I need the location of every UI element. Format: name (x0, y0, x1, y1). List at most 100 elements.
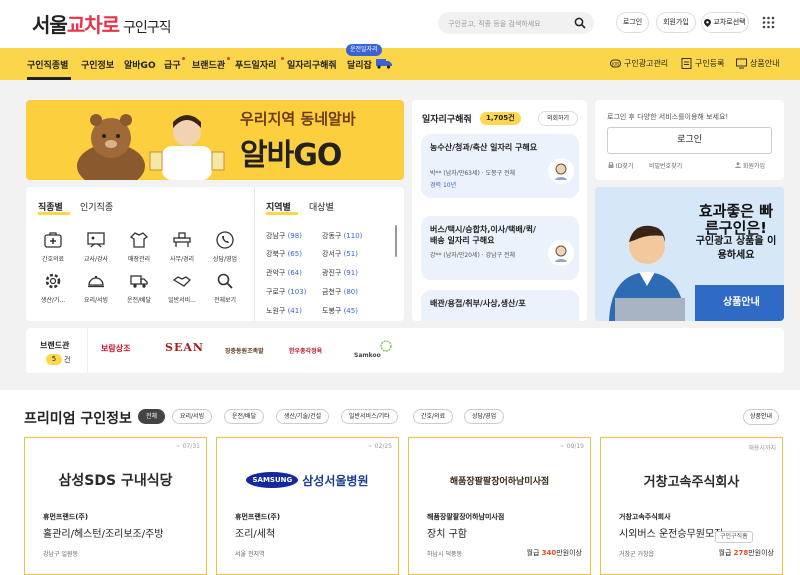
banner-illustration (77, 114, 225, 180)
nav-ad-manage-label: 구인광고관리 (624, 59, 669, 68)
handshake-icon (172, 276, 191, 287)
region-item[interactable]: 도봉구 (45) (322, 306, 358, 316)
company-name: 휴먼프랜드(주) (43, 513, 89, 521)
brand-logo-jokbal[interactable]: 장충동원조족발 (225, 346, 264, 355)
chip-sales[interactable]: 상담/영업 (464, 409, 505, 424)
tab-popular[interactable]: 인기직종 (80, 200, 113, 213)
region-scrollbar[interactable] (395, 225, 397, 257)
brand-logo-hanwoo[interactable]: 한우총각정육 (289, 346, 322, 355)
tab-underline (266, 212, 298, 215)
document-icon (681, 58, 692, 69)
search-icon (217, 273, 233, 289)
nav-products-label: 상품안내 (750, 59, 780, 68)
login-prompt: 로그인 후 다양한 서비스를이용해 보세요! (607, 113, 729, 121)
albago-banner[interactable]: 우리지역 동네알바 알바GO (26, 100, 404, 180)
deadline: ~ 07/31 (175, 443, 200, 450)
tab-target[interactable]: 대상별 (309, 200, 334, 213)
region-item[interactable]: 광진구 (91) (322, 268, 358, 278)
job-seeker-card[interactable]: 농수산/청과/축산 일자리 구해요 박** (남자/만63세) · 도봉구 전체… (421, 134, 579, 198)
category-nursing[interactable]: 간호의료 (33, 230, 73, 263)
region-item[interactable]: 강남구 (98) (266, 231, 302, 241)
find-id-link[interactable]: ID찾기 (608, 161, 633, 170)
region-item[interactable]: 강동구 (110) (322, 231, 362, 241)
category-office[interactable]: 사무/경리 (162, 230, 202, 263)
category-delivery[interactable]: 운전/배달 (119, 271, 159, 304)
job-seeker-title: 버스/택시/승합차,이사/택배/퀵/배송 일자리 구해요 (430, 225, 536, 245)
search-input[interactable]: 구인공고, 직종 등을 검색하세요 (438, 12, 594, 34)
category-sales[interactable]: 상담/영업 (205, 230, 245, 263)
category-store[interactable]: 매장관리 (119, 230, 159, 263)
chip-nursing[interactable]: 간호/의료 (413, 409, 454, 424)
region-item[interactable]: 구로구 (103) (266, 287, 306, 297)
nav-item-albago[interactable]: 알바GO (124, 58, 156, 71)
location-pin-icon (704, 18, 712, 27)
promo-button[interactable]: 상품안내 (723, 293, 760, 308)
brand-logo-boram[interactable]: 보람상조 (101, 343, 130, 354)
job-seeker-card[interactable]: 버스/택시/승합차,이사/택배/퀵/배송 일자리 구해요 강** (남자/만20… (421, 216, 579, 280)
find-job-more-button[interactable]: 외회하기 (538, 111, 578, 126)
svg-text:JOB: JOB (611, 61, 619, 66)
premium-job-card[interactable]: ~ 02/25 SAMSUNG 삼성서울병원 휴먼프랜드(주) 조리/세척 서울… (216, 437, 399, 575)
product-promo-banner[interactable]: 효과좋은 빠른구인은! 구인광고 상품을 이용하세요 상품안내 (595, 187, 784, 321)
nav-item-jobinfo[interactable]: 구인정보 (81, 58, 114, 71)
chip-cooking[interactable]: 요리/서빙 (172, 409, 213, 424)
brand-logo-sean[interactable]: SEAN (165, 341, 204, 354)
signup-button[interactable]: 회원가입 (656, 12, 696, 33)
nav-item-urgent[interactable]: 급구 (164, 58, 181, 71)
site-logo[interactable]: 서울교차로 구인구직 (32, 9, 172, 38)
premium-job-card[interactable]: 채용시까지 거창고속주식회사 거창고속주식회사 시외버스 운전승무원모집 구인구… (600, 437, 783, 575)
job-location: 서울 전지역 (235, 551, 265, 558)
chip-delivery[interactable]: 운전/배달 (224, 409, 265, 424)
chip-production[interactable]: 생산/기술/건설 (276, 409, 330, 424)
search-placeholder: 구인공고, 직종 등을 검색하세요 (448, 20, 541, 28)
nav-item-food[interactable]: 푸드일자리 (235, 58, 276, 71)
company-name: 해품장팔팔장어하남미사점 (427, 513, 505, 521)
new-dot (281, 57, 284, 60)
login-button[interactable]: 로그인 (616, 12, 649, 33)
divider (254, 187, 255, 321)
floating-badge[interactable]: 구인구직홈 (715, 531, 753, 543)
main-nav: 구인직종별 구인정보 알바GO 급구 브랜드관 푸드일자리 일자리구해줘 달리잡… (0, 48, 800, 80)
premium-job-card[interactable]: ~ 09/19 해품장팔팔장어하남미사점 해품장팔팔장어하남미사점 장치 구함 … (408, 437, 591, 575)
branch-select-button[interactable]: 교차로선택 (701, 12, 749, 33)
job-location: 거창군 거창읍 (619, 551, 655, 558)
deadline: 채용시까지 (748, 445, 776, 452)
job-seeker-card[interactable]: 배관/용접/취부/사상,생산/포 (421, 290, 579, 321)
job-location: 하남시 덕풍동 (427, 551, 463, 558)
job-seeker-meta: 강** (남자/만20세) · 강남구 전체 (430, 252, 516, 259)
category-cooking[interactable]: 요리/서빙 (76, 271, 116, 304)
chip-all[interactable]: 전체 (138, 409, 166, 424)
find-job-count: 1,705건 (480, 112, 521, 125)
nav-ad-manage[interactable]: JOB 구인광고관리 (610, 58, 668, 69)
region-item[interactable]: 금천구 (80) (322, 287, 358, 297)
category-service[interactable]: 일반서비... (162, 271, 202, 304)
region-item[interactable]: 관악구 (64) (266, 268, 302, 278)
signup-link[interactable]: 회원가입 (735, 161, 765, 170)
premium-more-button[interactable]: 상품안내 (743, 409, 780, 425)
nav-item-dallijob[interactable]: 달리잡 (347, 58, 372, 71)
category-all[interactable]: 전체보기 (205, 271, 245, 304)
nav-post-job-label: 구인등록 (695, 59, 725, 68)
logo-part-1: 서울 (32, 13, 68, 37)
search-icon[interactable] (574, 17, 586, 29)
nav-item-brand[interactable]: 브랜드관 (192, 58, 225, 71)
region-item[interactable]: 강북구 (65) (266, 249, 302, 259)
job-title: 시외버스 운전승무원모집 (619, 529, 724, 540)
nav-products[interactable]: 상품안내 (736, 58, 779, 69)
nav-item-jobtype[interactable]: 구인직종별 (27, 58, 68, 71)
category-production[interactable]: 생산/기... (33, 271, 73, 304)
find-password-link[interactable]: 비밀번호찾기 (649, 161, 682, 170)
premium-job-card[interactable]: ~ 07/31 삼성SDS 구내식당 휴먼프랜드(주) 홀관리/헤스턴/조리보조… (24, 437, 207, 575)
job-seeker-title: 농수산/청과/축산 일자리 구해요 (430, 143, 538, 152)
company-logo-text: 삼성서울병원 (302, 473, 369, 488)
brand-logo-samkoo[interactable]: Samkoo (354, 352, 381, 359)
grid-menu-icon[interactable] (762, 16, 775, 29)
region-item[interactable]: 강서구 (51) (322, 249, 358, 259)
nav-post-job[interactable]: 구인등록 (681, 58, 724, 69)
chip-service[interactable]: 일반서비스/기타 (341, 409, 398, 424)
category-teacher[interactable]: 교사/강사 (76, 230, 116, 263)
login-panel-button[interactable]: 로그인 (607, 127, 772, 154)
avatar-icon (548, 240, 574, 266)
nav-item-find-job[interactable]: 일자리구해줘 (287, 58, 337, 71)
region-item[interactable]: 노원구 (41) (266, 306, 302, 316)
